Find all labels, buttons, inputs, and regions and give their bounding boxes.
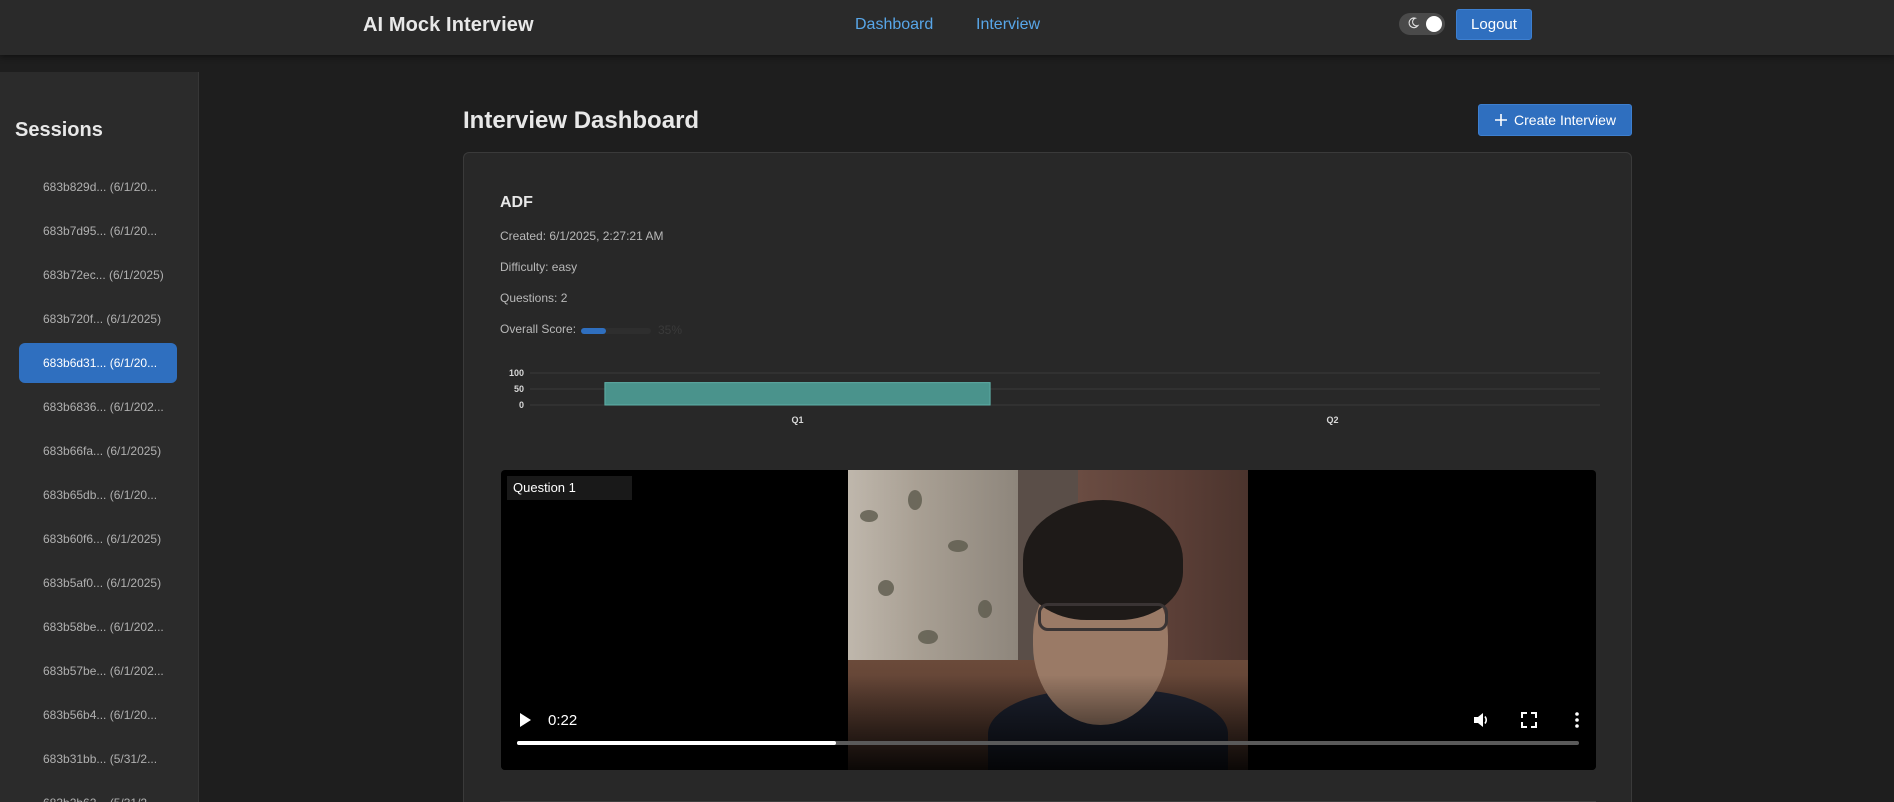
plus-icon — [1495, 114, 1508, 126]
question-score-chart: 0 50 100 Q1 Q2 — [509, 368, 1600, 425]
person-glasses — [1038, 603, 1168, 631]
session-item[interactable]: 683b57be... (6/1/202... — [19, 651, 177, 691]
session-item[interactable]: 683b829d... (6/1/20... — [19, 167, 177, 207]
difficulty-text: Difficulty: easy — [500, 260, 578, 274]
session-item[interactable]: 683b2b62... (5/31/2... — [19, 783, 177, 802]
session-item[interactable]: 683b720f... (6/1/2025) — [19, 299, 177, 339]
interview-name: ADF — [500, 194, 533, 211]
volume-icon[interactable] — [1471, 710, 1491, 730]
nav-link-dashboard[interactable]: Dashboard — [855, 16, 933, 34]
session-item[interactable]: 683b6836... (6/1/202... — [19, 387, 177, 427]
video-progress-fill — [517, 741, 836, 745]
session-item[interactable]: 683b58be... (6/1/202... — [19, 607, 177, 647]
chart-x-tick-label: Q2 — [1326, 415, 1338, 425]
create-interview-label: Create Interview — [1514, 112, 1616, 128]
chart-y-tick-label: 0 — [519, 400, 524, 410]
top-navbar: AI Mock Interview Dashboard Interview Lo… — [0, 0, 1894, 55]
theme-toggle[interactable] — [1399, 13, 1445, 35]
nav-link-interview[interactable]: Interview — [976, 16, 1040, 34]
person-hair — [1023, 500, 1183, 620]
created-text: Created: 6/1/2025, 2:27:21 AM — [500, 229, 664, 243]
toggle-knob — [1426, 16, 1442, 32]
session-item[interactable]: 683b60f6... (6/1/2025) — [19, 519, 177, 559]
answer-video-player[interactable]: Question 1 0:22 — [501, 470, 1596, 770]
play-icon[interactable] — [515, 710, 535, 730]
session-item[interactable]: 683b65db... (6/1/20... — [19, 475, 177, 515]
session-item-active[interactable]: 683b6d31... (6/1/20... — [19, 343, 177, 383]
score-progress-fill — [581, 328, 606, 334]
video-progress-bar[interactable] — [517, 741, 1579, 745]
fullscreen-icon[interactable] — [1519, 710, 1539, 730]
session-item[interactable]: 683b56b4... (6/1/20... — [19, 695, 177, 735]
session-item[interactable]: 683b31bb... (5/31/2... — [19, 739, 177, 779]
score-progress-bar — [581, 328, 651, 334]
question-label: Question 1 — [507, 476, 632, 500]
sidebar-title: Sessions — [15, 119, 103, 141]
more-options-icon[interactable] — [1567, 710, 1587, 730]
session-item[interactable]: 683b72ec... (6/1/2025) — [19, 255, 177, 295]
video-controls-overlay — [501, 675, 1596, 770]
video-time: 0:22 — [548, 712, 578, 729]
create-interview-button[interactable]: Create Interview — [1478, 104, 1632, 136]
session-item[interactable]: 683b5af0... (6/1/2025) — [19, 563, 177, 603]
moon-icon — [1408, 17, 1420, 29]
session-item[interactable]: 683b7d95... (6/1/20... — [19, 211, 177, 251]
interview-card: ADF Created: 6/1/2025, 2:27:21 AM Diffic… — [463, 152, 1632, 802]
chart-y-tick-label: 100 — [509, 368, 524, 378]
score-percent: 35% — [658, 323, 683, 337]
chart-x-tick-label: Q1 — [791, 415, 803, 425]
page-title: Interview Dashboard — [463, 107, 700, 134]
chart-y-tick-label: 50 — [514, 384, 524, 394]
app-brand[interactable]: AI Mock Interview — [363, 14, 534, 37]
questions-count-text: Questions: 2 — [500, 291, 568, 305]
overall-score-label: Overall Score: — [500, 322, 577, 336]
logout-button[interactable]: Logout — [1456, 9, 1532, 40]
session-list: 683b829d... (6/1/20... 683b7d95... (6/1/… — [19, 167, 177, 802]
chart-bar-q1 — [604, 382, 991, 406]
session-item[interactable]: 683b66fa... (6/1/2025) — [19, 431, 177, 471]
sessions-sidebar: Sessions 683b829d... (6/1/20... 683b7d95… — [0, 72, 199, 802]
